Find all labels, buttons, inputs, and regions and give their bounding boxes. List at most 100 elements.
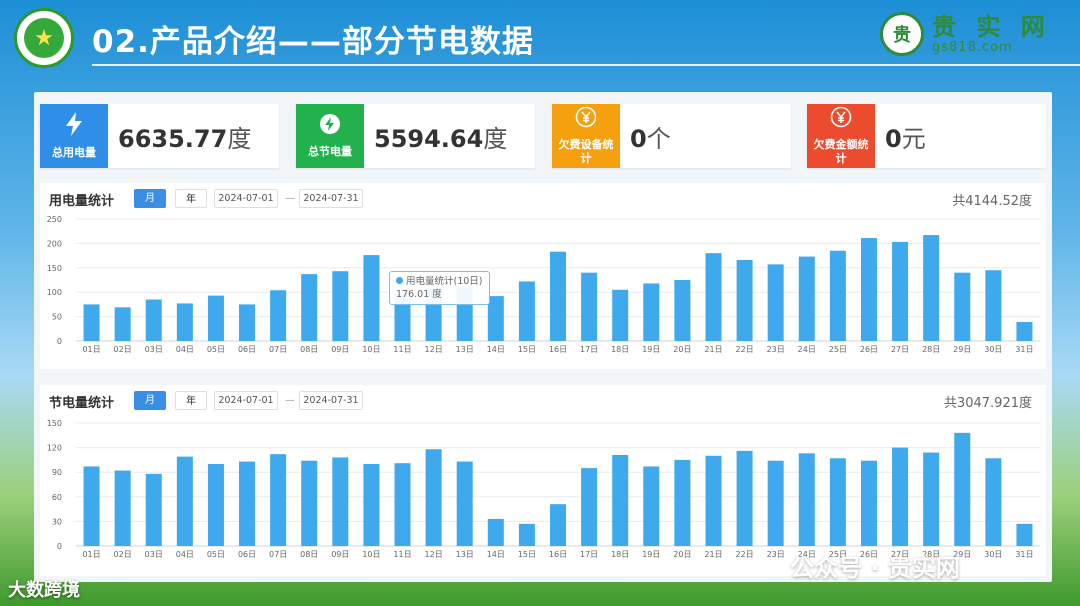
bar[interactable] [394,463,411,546]
bar[interactable] [83,304,100,341]
x-tick-label: 20日 [673,345,691,354]
bar[interactable] [270,290,287,341]
bar[interactable] [270,454,287,546]
wechat-watermark: 公众号 · 贵实网 [790,554,960,582]
bar[interactable] [145,473,162,546]
bar[interactable] [487,296,504,341]
bar[interactable] [643,466,660,546]
bar[interactable] [425,449,442,546]
bar[interactable] [176,303,193,341]
corner-watermark: 大数跨境 [8,580,80,601]
bar[interactable] [332,271,349,341]
x-tick-label: 08日 [300,345,318,354]
x-tick-label: 15日 [518,550,536,559]
yen-icon [830,106,852,134]
x-tick-label: 05日 [207,550,225,559]
x-tick-label: 12日 [425,345,443,354]
bar[interactable] [207,295,224,341]
bar[interactable] [1016,321,1033,341]
bar[interactable] [550,251,566,341]
bar[interactable] [736,450,753,546]
x-tick-label: 04日 [176,345,194,354]
arrears-amount-value: 0元 [885,125,926,153]
bar[interactable] [674,459,691,546]
bar[interactable] [550,504,566,546]
bar[interactable] [114,470,131,546]
brand-name: 贵 实 网 [932,11,1051,41]
bar[interactable] [518,281,535,341]
x-tick-label: 30日 [984,550,1002,559]
bar[interactable] [954,272,971,341]
x-tick-label: 26日 [860,345,878,354]
bar[interactable] [705,455,722,546]
start-date-input[interactable]: 2024-07-01 [214,189,278,208]
x-tick-label: 28日 [922,345,940,354]
consumption-plot: 0 50 100 150 200 250 01日 02日 03日 04日 05日 06日 07日 08日 0… [47,215,1040,354]
bar[interactable] [892,241,909,341]
bar[interactable] [829,458,846,546]
x-tick-label: 22日 [735,550,753,559]
bar[interactable] [363,464,380,546]
bar[interactable] [892,447,909,546]
x-tick-label: 03日 [145,550,163,559]
brand-logo: 贵 贵 实 网 gs818.com [880,12,1051,56]
bar[interactable] [923,452,940,546]
bar[interactable] [239,304,256,341]
bar[interactable] [83,466,100,546]
bar[interactable] [705,253,722,341]
month-button[interactable]: 月 [134,391,166,410]
bar[interactable] [923,235,940,341]
x-tick-label: 18日 [611,345,629,354]
bar[interactable] [581,272,598,341]
dashboard-panel: 总用电量 6635.77度 总节电量 5594.64度 欠费设备统计 0个 欠费… [34,92,1052,582]
bar[interactable] [581,468,598,546]
month-button[interactable]: 月 [134,189,166,208]
y-tick-label: 120 [47,444,62,453]
bar[interactable] [612,454,629,546]
y-tick-label: 100 [47,288,62,297]
x-tick-label: 30日 [984,345,1002,354]
x-tick-label: 21日 [704,345,722,354]
end-date-input[interactable]: 2024-07-31 [299,391,363,410]
year-button[interactable]: 年 [175,189,207,208]
bar[interactable] [674,280,691,341]
bar[interactable] [1016,523,1033,546]
bar[interactable] [301,460,318,546]
bar[interactable] [207,464,224,546]
x-tick-label: 01日 [82,550,100,559]
x-tick-label: 24日 [798,345,816,354]
bar[interactable] [798,453,815,546]
bar[interactable] [767,460,784,546]
x-tick-label: 29日 [953,345,971,354]
start-date-input[interactable]: 2024-07-01 [214,391,278,410]
chart-total: 共4144.52度 [952,194,1032,209]
y-tick-label: 200 [47,239,62,248]
bar[interactable] [487,518,504,546]
bar[interactable] [985,270,1002,341]
bar[interactable] [985,458,1002,546]
x-tick-label: 22日 [735,345,753,354]
bar[interactable] [798,256,815,341]
bar[interactable] [176,456,193,546]
x-tick-label: 16日 [549,345,567,354]
bar[interactable] [829,250,846,341]
total-saving-card: 总节电量 5594.64度 [296,104,535,168]
bar[interactable] [114,307,131,341]
bar[interactable] [860,238,877,341]
bar[interactable] [954,432,971,546]
bar[interactable] [643,283,660,341]
year-button[interactable]: 年 [175,391,207,410]
bar[interactable] [612,289,629,341]
x-tick-label: 04日 [176,550,194,559]
bar[interactable] [363,255,380,341]
bar[interactable] [456,461,473,546]
bar[interactable] [332,457,349,546]
end-date-input[interactable]: 2024-07-31 [299,189,363,208]
bar[interactable] [145,299,162,341]
bar[interactable] [736,259,753,341]
bar[interactable] [239,461,256,546]
bar[interactable] [860,460,877,546]
bar[interactable] [518,523,535,546]
bar[interactable] [301,274,318,341]
bar[interactable] [767,264,784,341]
